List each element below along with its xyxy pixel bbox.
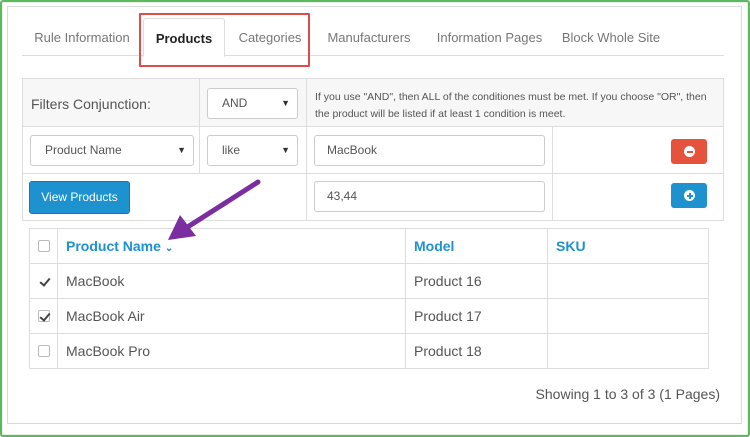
add-button-cell [553,174,723,220]
filter-field-value: Product Name [45,143,122,157]
remove-button-cell [553,127,723,174]
chevron-down-icon: ⌄ [164,243,174,254]
select-all-cell [30,229,58,264]
table-row[interactable]: MacBook Pro Product 18 [30,334,708,369]
minus-circle-icon [684,146,695,157]
operator-select-cell: like ▼ [200,127,307,174]
column-header-product-name-label: Product Name [66,238,161,254]
row-checkbox-cell [30,264,58,299]
caret-down-icon: ▼ [281,145,290,155]
tab-information-pages[interactable]: Information Pages [423,18,556,56]
row-checkbox[interactable] [38,310,50,322]
conjunction-label-cell: Filters Conjunction: [23,79,200,127]
caret-down-icon: ▼ [177,145,186,155]
conjunction-help-text: If you use "AND", then ALL of the condit… [315,91,707,120]
conjunction-label: Filters Conjunction: [31,96,151,112]
tab-categories[interactable]: Categories [225,18,315,56]
row-checkbox-cell [30,299,58,334]
pagination-info: Showing 1 to 3 of 3 (1 Pages) [535,386,720,402]
row-checkbox[interactable] [38,345,50,357]
filter-operator-select[interactable]: like ▼ [207,135,298,166]
remove-filter-button[interactable] [671,139,707,164]
value-input-cell: MacBook [307,127,553,174]
table-header-row: Product Name ⌄ Model SKU [30,229,708,264]
tab-manufacturers[interactable]: Manufacturers [315,18,423,56]
column-header-model[interactable]: Model [406,229,548,264]
plus-circle-icon [684,190,695,201]
filter-field-select[interactable]: Product Name ▼ [30,135,194,166]
column-header-sku[interactable]: SKU [548,229,708,264]
product-name-cell: MacBook Pro [58,334,406,369]
tab-products[interactable]: Products [143,18,225,57]
filter-value-input[interactable]: MacBook [314,135,545,166]
caret-down-icon: ▼ [281,98,290,108]
field-select-cell: Product Name ▼ [23,127,200,174]
product-name-cell: MacBook Air [58,299,406,334]
conjunction-select-cell: AND ▼ [200,79,307,127]
products-table: Product Name ⌄ Model SKU MacBook Product… [29,228,709,369]
model-cell: Product 16 [406,264,548,299]
conjunction-help-cell: If you use "AND", then ALL of the condit… [307,79,723,127]
column-header-product-name[interactable]: Product Name ⌄ [58,229,406,264]
ids-input-cell: 43,44 [307,174,553,220]
conjunction-select-value: AND [222,96,248,110]
model-cell: Product 17 [406,299,548,334]
model-cell: Product 18 [406,334,548,369]
product-name-cell: MacBook [58,264,406,299]
add-filter-button[interactable] [671,183,707,208]
sku-cell [548,299,708,334]
tab-bar: Rule Information Products Categories Man… [22,18,724,57]
view-products-button[interactable]: View Products [29,181,130,214]
conjunction-select[interactable]: AND ▼ [207,88,298,119]
product-ids-input[interactable]: 43,44 [314,181,545,212]
tab-rule-information[interactable]: Rule Information [22,18,142,56]
row-checkbox[interactable] [38,275,50,287]
filter-operator-value: like [222,143,241,157]
table-row[interactable]: MacBook Product 16 [30,264,708,299]
sku-cell [548,264,708,299]
table-row[interactable]: MacBook Air Product 17 [30,299,708,334]
sku-cell [548,334,708,369]
row-checkbox-cell [30,334,58,369]
tab-block-whole-site[interactable]: Block Whole Site [556,18,666,56]
select-all-checkbox[interactable] [38,240,50,252]
